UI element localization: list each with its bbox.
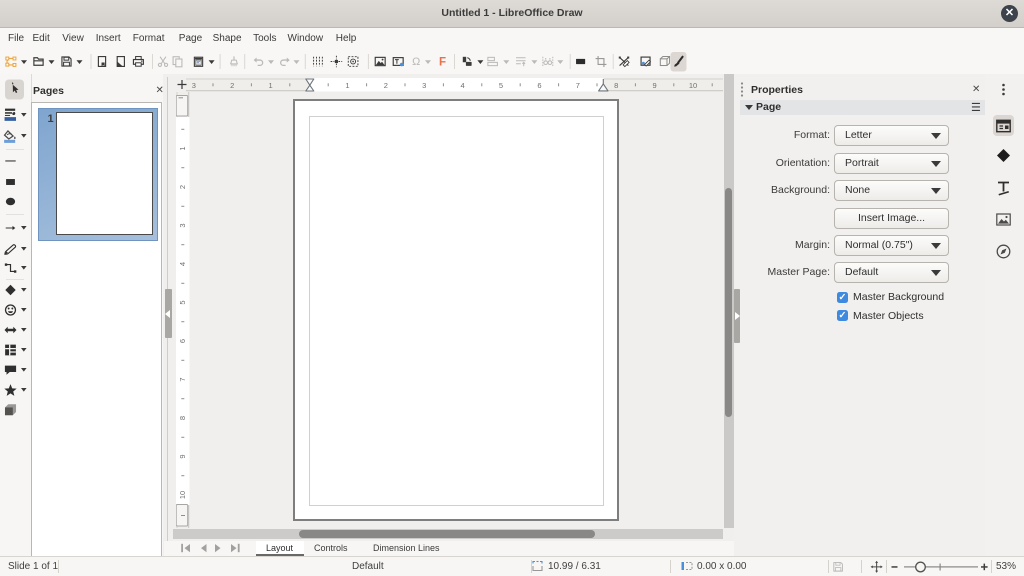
svg-text:4: 4 [461,81,465,90]
svg-text:1: 1 [178,146,187,150]
svg-text:2: 2 [178,185,187,189]
svg-text:5: 5 [499,81,503,90]
svg-text:9: 9 [653,81,657,90]
svg-text:8: 8 [178,416,187,420]
svg-text:Ω: Ω [412,56,420,68]
svg-text:3: 3 [422,81,426,90]
svg-text:7: 7 [178,377,187,381]
svg-text:9: 9 [178,454,187,458]
svg-text:10: 10 [178,491,187,499]
svg-text:F: F [439,57,446,69]
svg-text:1: 1 [345,81,349,90]
svg-text:1: 1 [269,81,273,90]
svg-text:10: 10 [689,81,697,90]
svg-text:6: 6 [537,81,541,90]
svg-text:5: 5 [178,300,187,304]
svg-text:6: 6 [178,339,187,343]
svg-text:4: 4 [178,262,187,266]
svg-text:3: 3 [192,81,196,90]
svg-text:3: 3 [178,223,187,227]
svg-text:2: 2 [230,81,234,90]
svg-text:7: 7 [576,81,580,90]
svg-text:2: 2 [384,81,388,90]
svg-text:8: 8 [614,81,618,90]
